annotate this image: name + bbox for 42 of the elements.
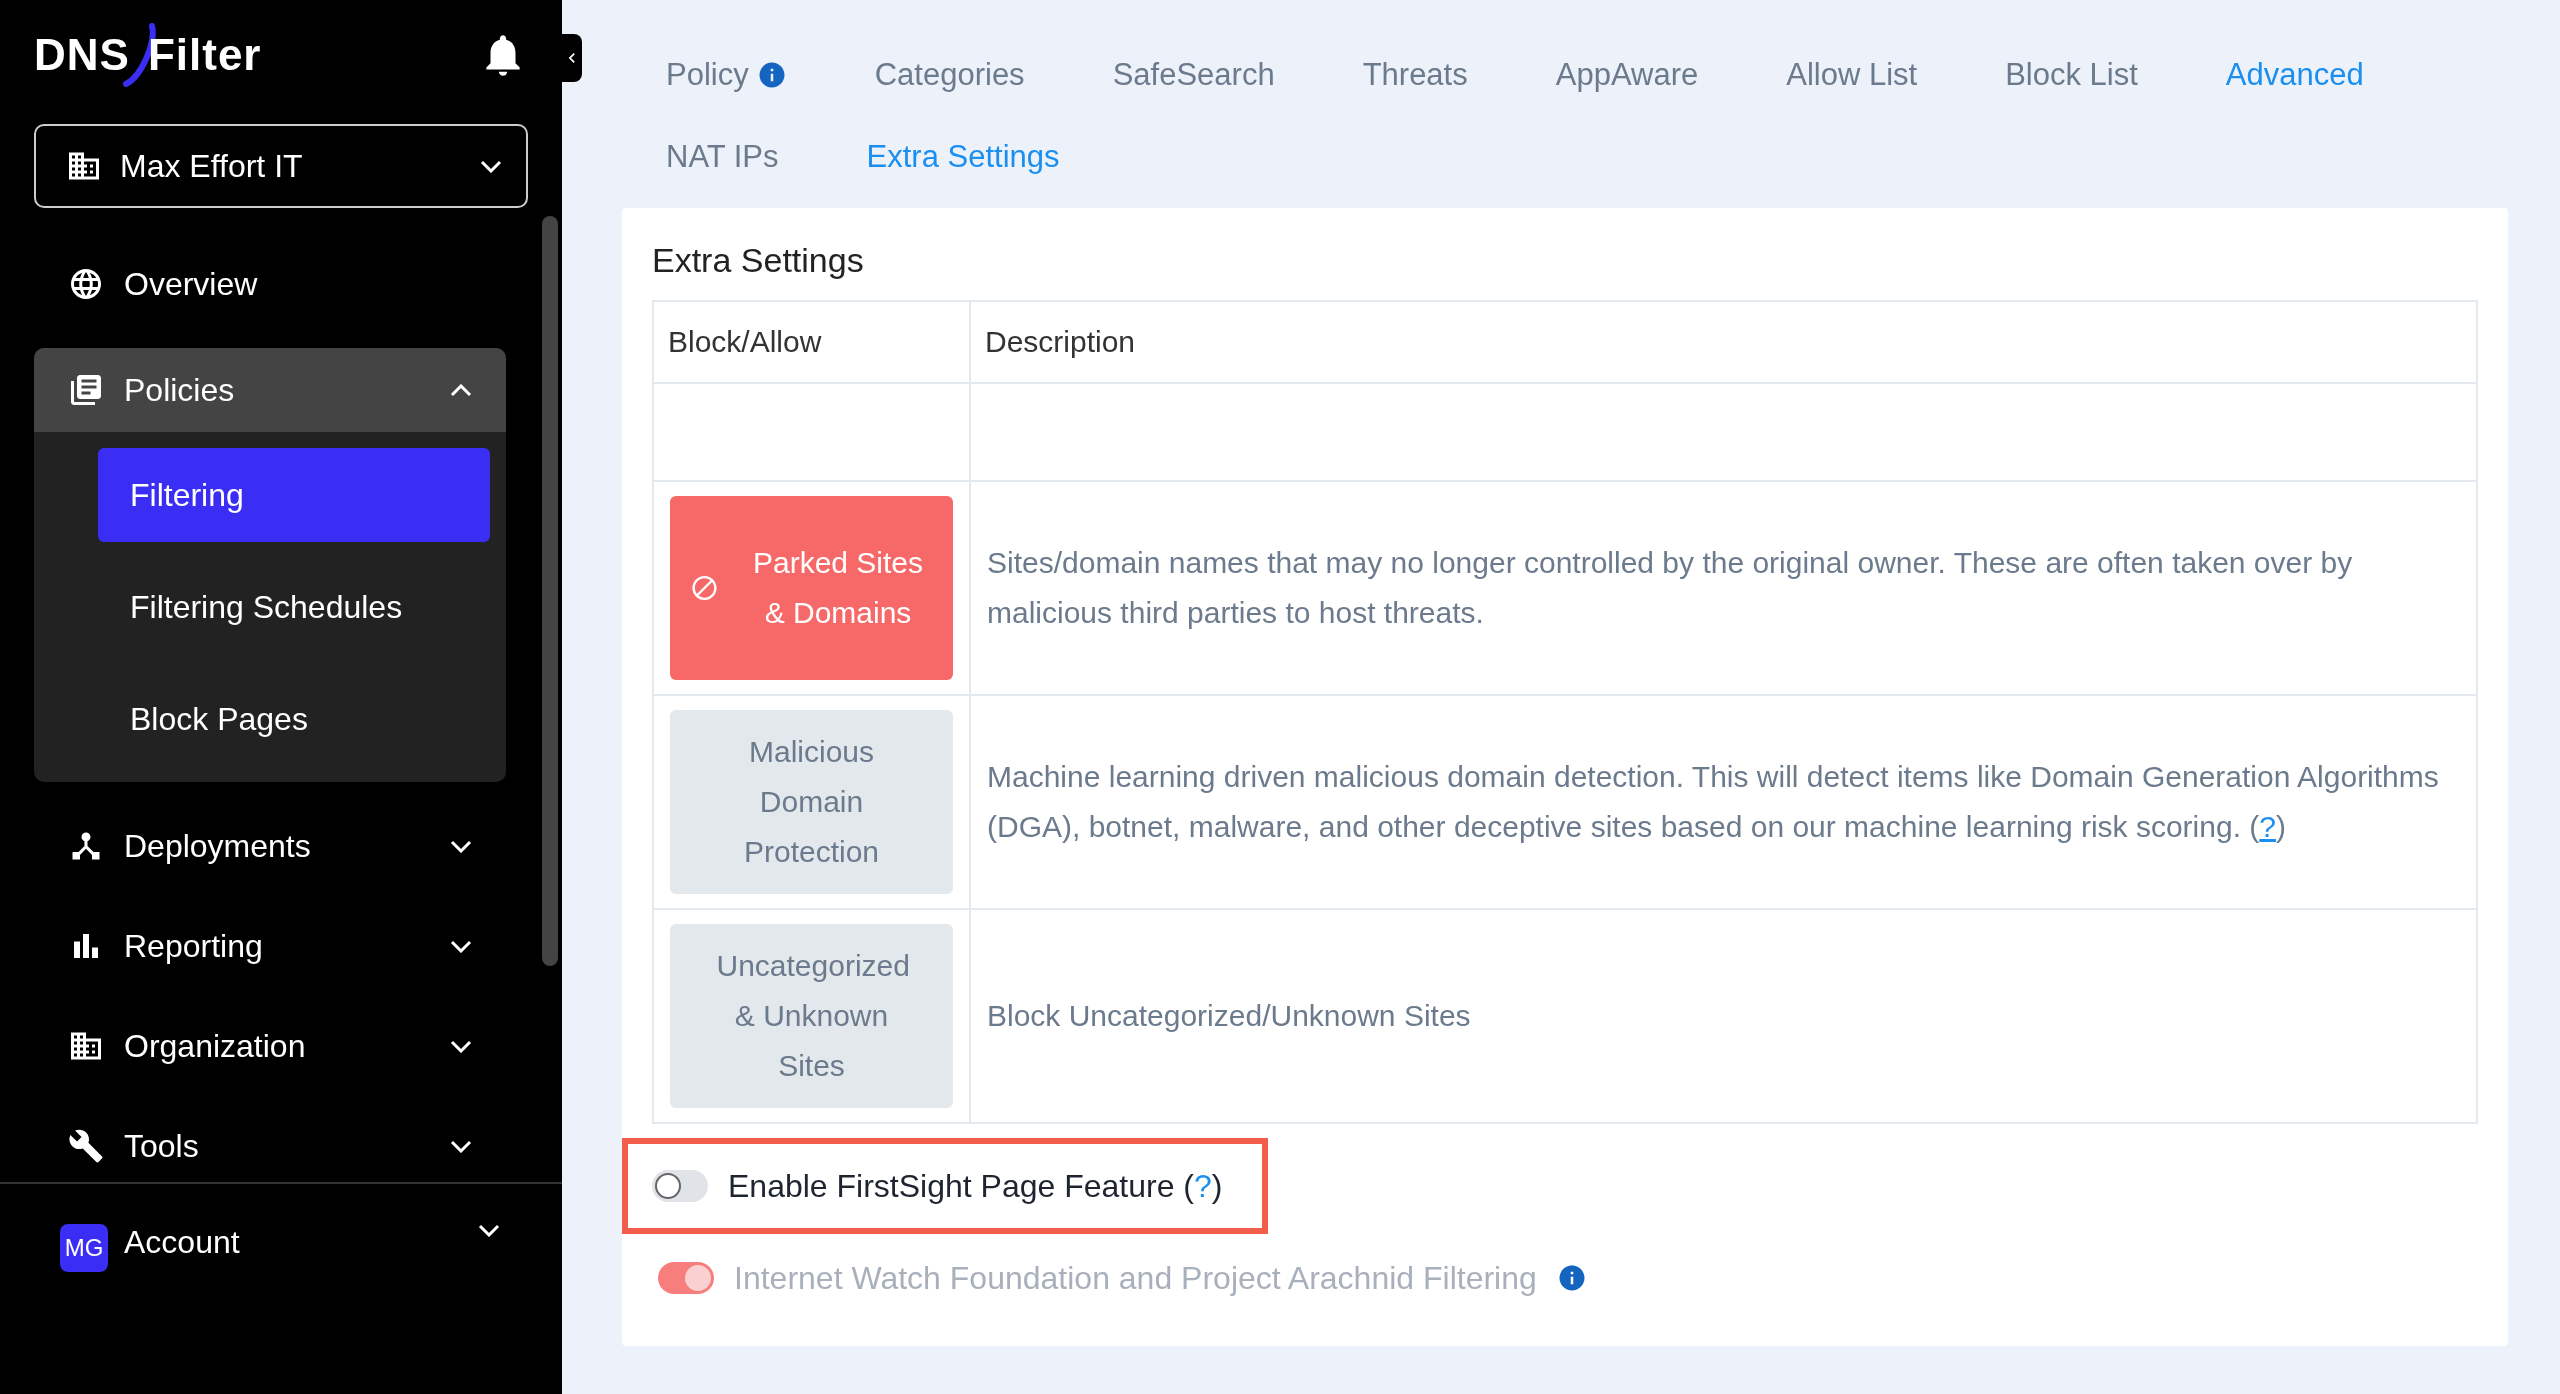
tab[interactable]: SafeSearch xyxy=(1112,52,1275,98)
tab[interactable]: Advanced xyxy=(2225,52,2364,98)
nav-subitem[interactable]: Filtering Schedules xyxy=(98,560,490,654)
nav-item[interactable]: Tools xyxy=(34,1110,506,1182)
tab[interactable]: Categories xyxy=(874,52,1025,98)
tab[interactable]: Allow List xyxy=(1786,52,1918,98)
nav-item[interactable]: Overview xyxy=(34,248,506,320)
chevron-down-icon xyxy=(480,159,502,173)
tab[interactable]: Block List xyxy=(2005,52,2138,98)
toggle-label: Enable FirstSight Page Feature (?) xyxy=(728,1167,1223,1205)
column-header: Block/Allow xyxy=(653,301,970,383)
nav-item[interactable]: Organization xyxy=(34,1010,506,1082)
description-text: Machine learning driven malicious domain detection. This will detect items like Domain Generation Algorithms (DGA), botnet, malware, and other deceptive sites based on our machine learning risk scoring. (?) xyxy=(987,760,2439,843)
tab[interactable]: Policy xyxy=(666,52,787,98)
allow-toggle[interactable]: Malicious Domain Protection xyxy=(670,710,953,894)
nav-item[interactable]: Policies xyxy=(34,348,506,432)
collapse-button[interactable] xyxy=(562,34,582,82)
avatar: MG xyxy=(60,1224,108,1272)
globe-icon xyxy=(68,266,104,302)
organization-select[interactable]: Max Effort IT xyxy=(34,124,528,208)
documents-icon xyxy=(68,372,104,408)
description-text: Sites/domain names that may no longer controlled by the original owner. These are often taken over by malicious third parties to host threats. xyxy=(987,546,2353,629)
column-header: Description xyxy=(970,301,2477,383)
description-text: Block Uncategorized/Unknown Sites xyxy=(987,999,1471,1032)
scrollbar[interactable] xyxy=(542,216,558,966)
nav-item[interactable]: Deployments xyxy=(34,810,506,882)
help-link[interactable]: ? xyxy=(2259,810,2276,843)
logo: DNS Filter xyxy=(34,22,262,88)
nav-subitem[interactable]: Filtering xyxy=(98,448,490,542)
allow-toggle[interactable]: Uncategorized & Unknown Sites xyxy=(670,924,953,1108)
toggle-label: Internet Watch Foundation and Project Arachnid Filtering xyxy=(734,1259,1537,1297)
tab[interactable]: Extra Settings xyxy=(866,134,1060,180)
nav-subitem[interactable]: Block Pages xyxy=(98,672,490,766)
tab[interactable]: AppAware xyxy=(1555,52,1699,98)
tab[interactable]: NAT IPs xyxy=(666,134,779,180)
account-menu[interactable]: MG Account xyxy=(0,1182,562,1394)
toggle-switch[interactable] xyxy=(652,1170,708,1202)
blocked-toggle[interactable]: Parked Sites & Domains xyxy=(670,496,953,680)
nav-item[interactable]: Reporting xyxy=(34,910,506,982)
panel-title: Extra Settings xyxy=(652,240,865,281)
wrench-icon xyxy=(68,1128,104,1164)
tab[interactable]: Threats xyxy=(1362,52,1468,98)
